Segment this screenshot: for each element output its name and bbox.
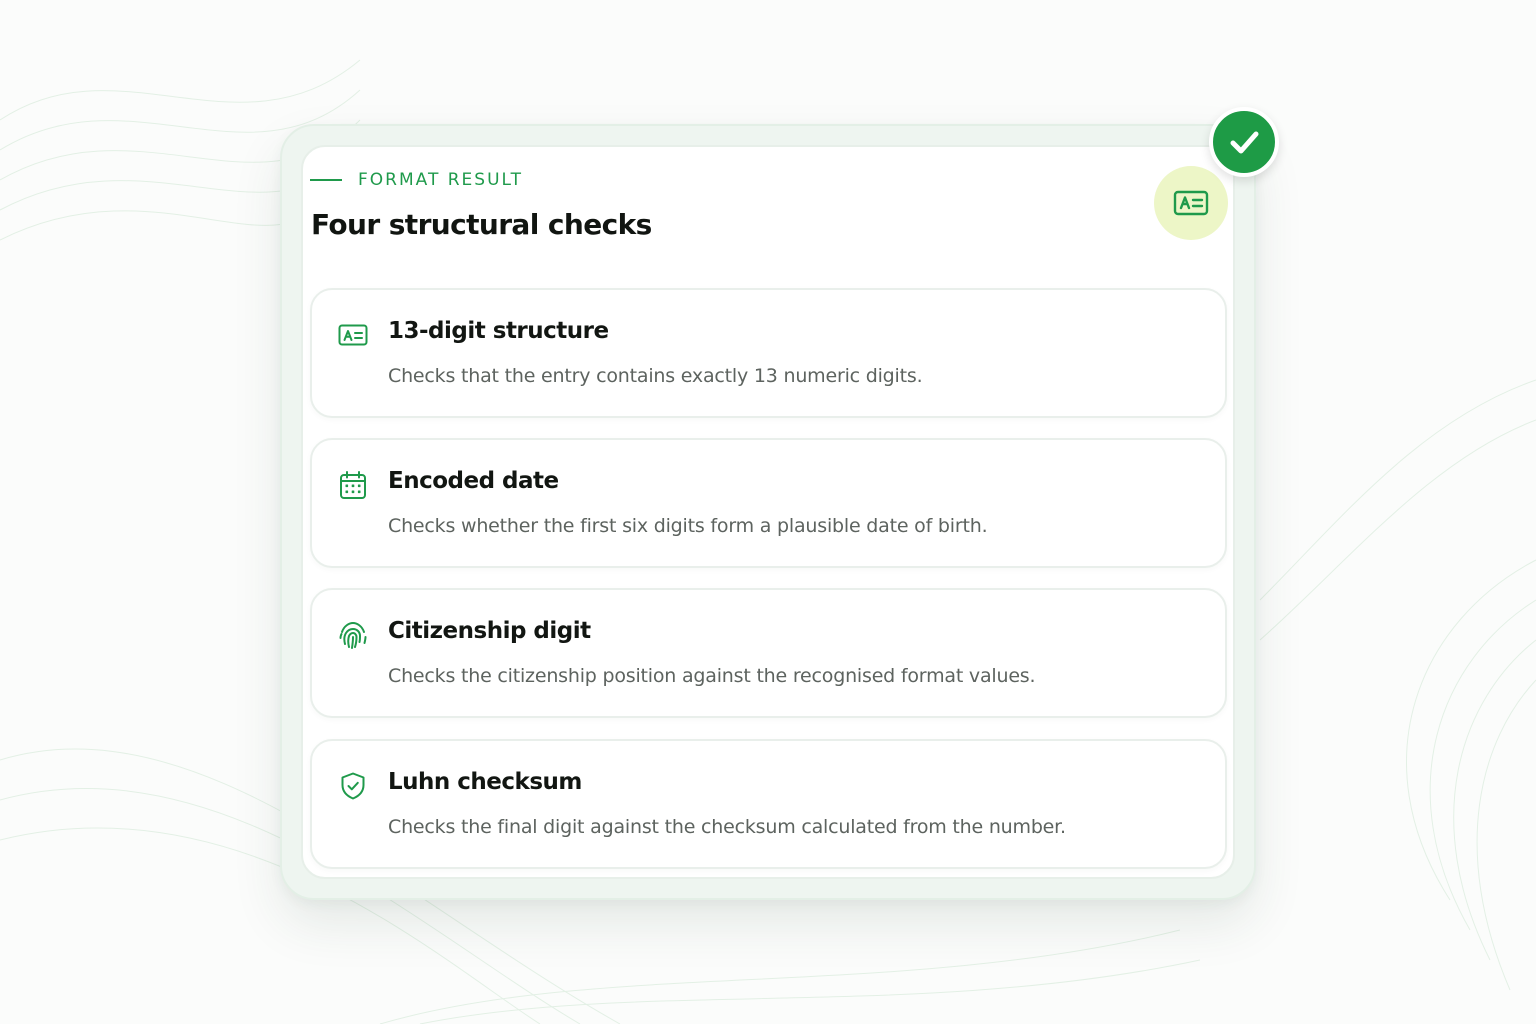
check-title: Luhn checksum <box>388 769 582 795</box>
check-item-citizenship: Citizenship digit Checks the citizenship… <box>310 588 1227 718</box>
check-icon-container <box>338 470 368 500</box>
check-item-date: Encoded date Checks whether the first si… <box>310 438 1227 568</box>
fingerprint-icon <box>339 621 367 649</box>
panel-title: Four structural checks <box>311 208 652 241</box>
id-card-icon <box>338 324 368 346</box>
success-badge <box>1209 107 1279 177</box>
shield-check-icon <box>341 772 365 800</box>
check-description: Checks the final digit against the check… <box>388 816 1066 838</box>
eyebrow: FORMAT RESULT <box>310 168 523 192</box>
check-title: 13-digit structure <box>388 318 609 344</box>
id-card-badge <box>1154 166 1228 240</box>
check-description: Checks that the entry contains exactly 1… <box>388 365 923 387</box>
checkmark-icon <box>1230 131 1259 154</box>
check-item-luhn: Luhn checksum Checks the final digit aga… <box>310 739 1227 869</box>
check-title: Citizenship digit <box>388 618 591 644</box>
check-icon-container <box>338 620 368 650</box>
calendar-icon <box>340 471 366 499</box>
check-icon-container <box>338 771 368 801</box>
check-icon-container <box>338 320 368 350</box>
check-item-structure: 13-digit structure Checks that the entry… <box>310 288 1227 418</box>
id-card-icon <box>1173 190 1209 216</box>
check-description: Checks whether the first six digits form… <box>388 515 988 537</box>
eyebrow-line <box>310 179 342 181</box>
eyebrow-label: FORMAT RESULT <box>358 170 524 190</box>
check-description: Checks the citizenship position against … <box>388 665 1036 687</box>
check-title: Encoded date <box>388 468 559 494</box>
